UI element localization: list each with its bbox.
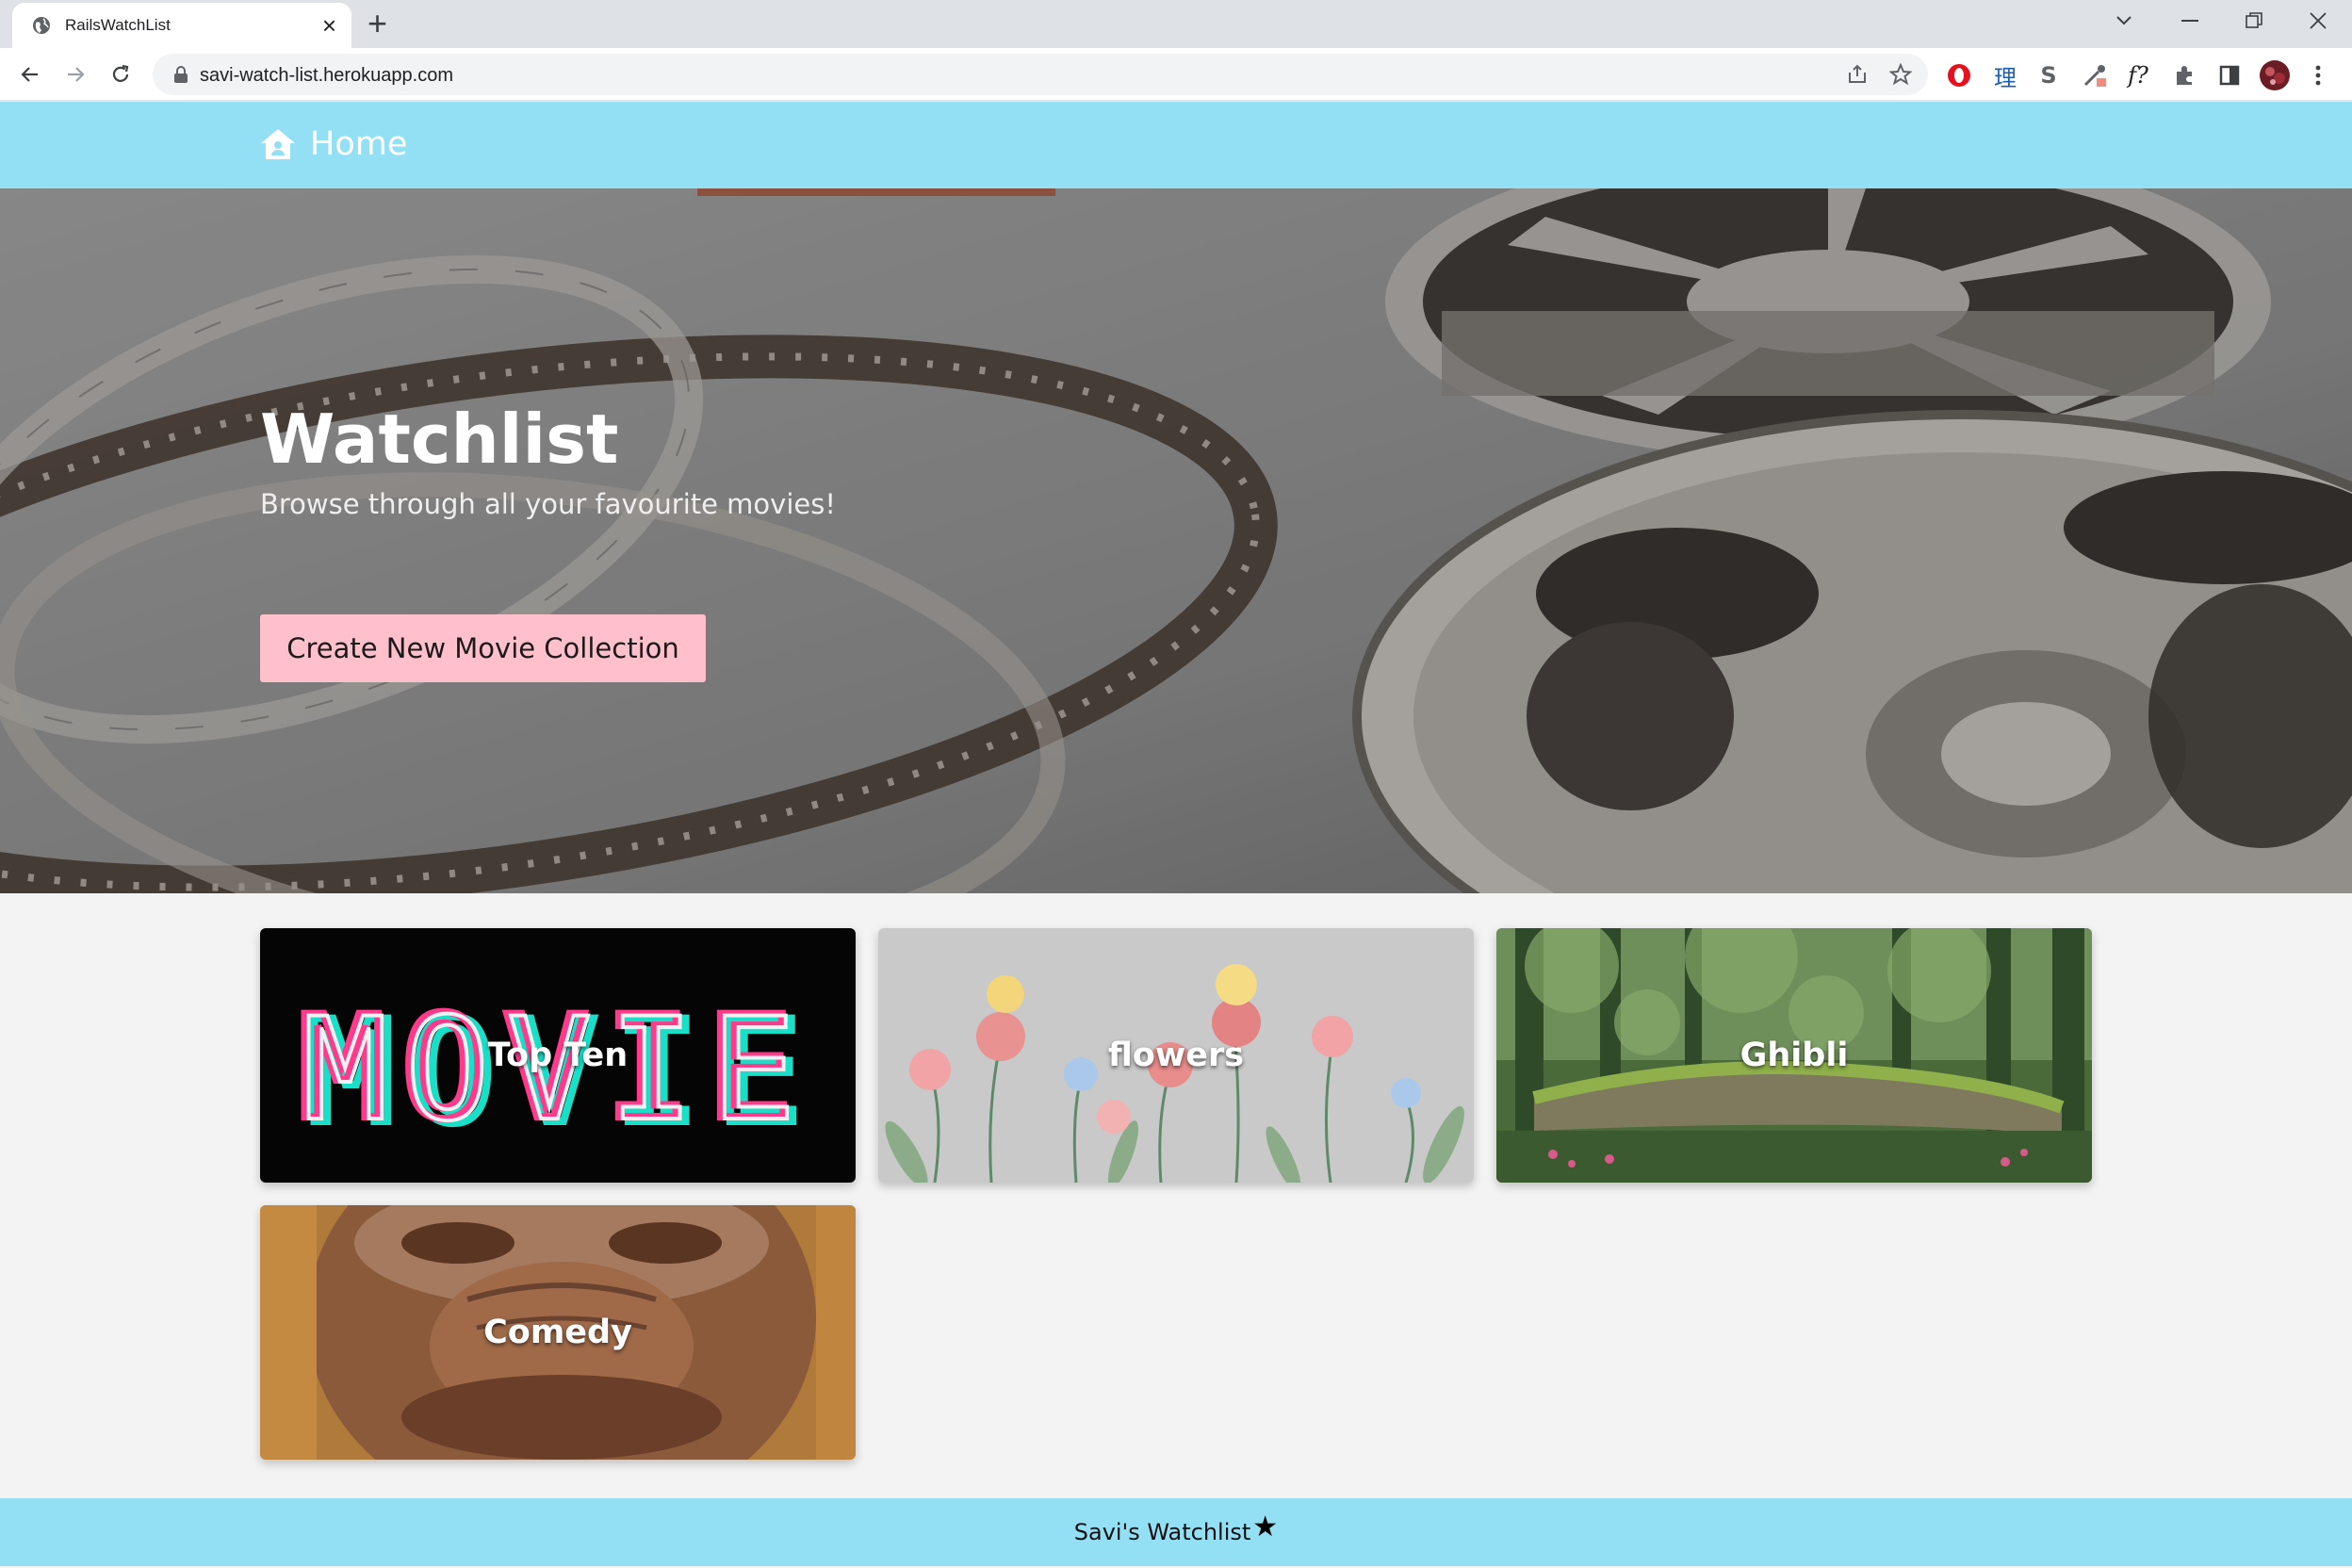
- share-icon[interactable]: [1846, 63, 1869, 86]
- new-tab-button[interactable]: +: [368, 6, 387, 41]
- eyedropper-icon[interactable]: [2080, 60, 2110, 90]
- back-icon[interactable]: [13, 57, 47, 91]
- url-text: savi-watch-list.herokuapp.com: [200, 65, 453, 86]
- hero-title: Watchlist: [260, 400, 619, 479]
- film-reel-background: [0, 188, 2352, 893]
- lock-icon: [174, 66, 188, 83]
- create-collection-button[interactable]: Create New Movie Collection: [260, 614, 706, 682]
- collection-card-flowers[interactable]: flowers: [878, 928, 1474, 1183]
- home-icon: [261, 129, 295, 159]
- footer-text: Savi's Watchlist: [1073, 1519, 1251, 1545]
- collection-title: flowers: [1107, 1037, 1245, 1074]
- home-label: Home: [310, 125, 408, 163]
- reload-icon[interactable]: [104, 57, 138, 91]
- sidepanel-icon[interactable]: [2214, 60, 2245, 90]
- menu-icon[interactable]: [2303, 60, 2333, 90]
- collection-card-comedy[interactable]: Comedy: [260, 1205, 856, 1460]
- hero-subtitle: Browse through all your favourite movies…: [260, 488, 836, 520]
- home-link[interactable]: Home: [259, 122, 407, 166]
- restore-icon[interactable]: [2220, 0, 2288, 41]
- opera-icon[interactable]: [1944, 60, 1974, 90]
- hero-banner: Watchlist Browse through all your favour…: [0, 188, 2352, 893]
- tab-close-icon[interactable]: ×: [322, 13, 336, 38]
- minimize-icon[interactable]: [2156, 0, 2224, 41]
- collection-title: Comedy: [483, 1314, 632, 1351]
- tab-search-icon[interactable]: [2090, 0, 2158, 41]
- site-footer: Savi's Watchlist ★: [0, 1498, 2352, 1566]
- formula-icon[interactable]: f?: [2123, 60, 2153, 90]
- bookmark-star-icon[interactable]: [1889, 63, 1912, 86]
- avatar[interactable]: [2260, 60, 2290, 90]
- browser-tab-strip: RailsWatchList × +: [0, 0, 2352, 48]
- collection-card-top-ten[interactable]: MOVIE MOVIE MOVIE Top Ten: [260, 928, 856, 1183]
- site-navbar: Home: [0, 102, 2352, 188]
- globe-icon: [33, 17, 50, 34]
- browser-tab[interactable]: RailsWatchList ×: [12, 3, 351, 48]
- puzzle-icon[interactable]: [2169, 60, 2199, 90]
- star-icon: ★: [1252, 1511, 1279, 1543]
- browser-toolbar: savi-watch-list.herokuapp.com 理 S f?: [0, 48, 2352, 101]
- close-window-icon[interactable]: [2284, 0, 2352, 41]
- collection-title: Top Ten: [487, 1037, 629, 1074]
- kanji-icon[interactable]: 理: [1990, 60, 2020, 91]
- address-bar[interactable]: savi-watch-list.herokuapp.com: [153, 54, 1928, 95]
- s-icon[interactable]: S: [2034, 60, 2064, 90]
- forward-icon[interactable]: [58, 57, 92, 91]
- collection-title: Ghibli: [1740, 1037, 1849, 1074]
- tab-title: RailsWatchList: [65, 16, 171, 34]
- collection-card-ghibli[interactable]: Ghibli: [1496, 928, 2092, 1183]
